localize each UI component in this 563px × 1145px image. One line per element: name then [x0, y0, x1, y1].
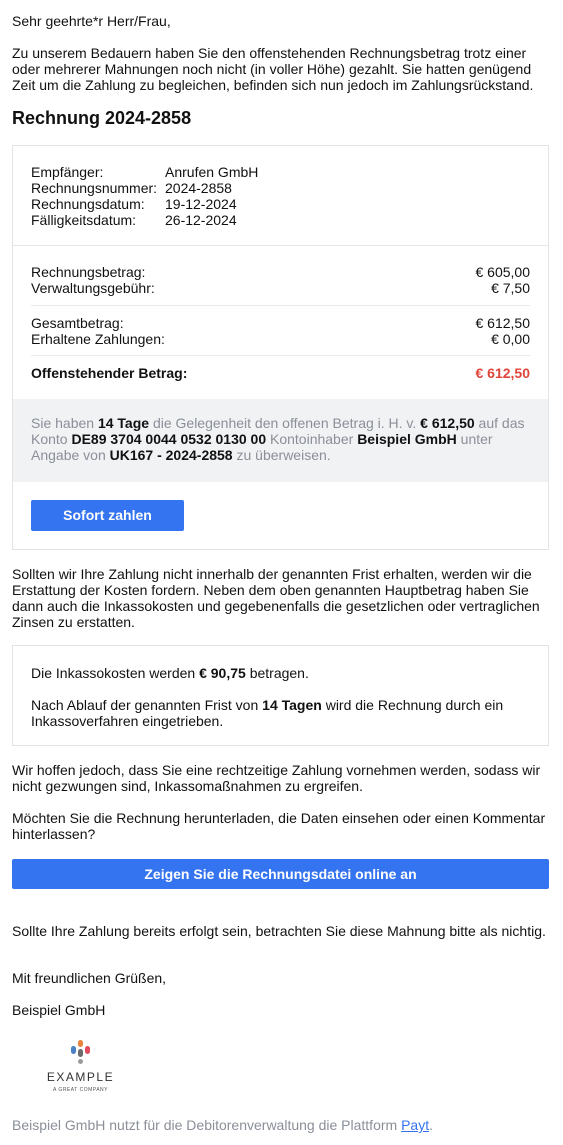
invoice-amount-row: Rechnungsbetrag: € 605,00 [31, 264, 530, 280]
divider [31, 355, 530, 356]
payment-instructions: Sie haben 14 Tage die Gelegenheit den of… [13, 399, 548, 482]
fee-value: € 7,50 [491, 280, 530, 296]
total-value: € 612,50 [475, 315, 531, 331]
divider [13, 245, 548, 246]
meta-label: Fälligkeitsdatum: [31, 212, 137, 228]
warning-paragraph: Sollten wir Ihre Zahlung nicht innerhalb… [12, 566, 540, 630]
pay-now-button[interactable]: Sofort zahlen [31, 500, 184, 531]
collection-deadline-text: Nach Ablauf der genannten Frist von 14 T… [31, 697, 504, 729]
meta-value: 26-12-2024 [165, 212, 237, 228]
question-paragraph: Möchten Sie die Rechnung herunterladen, … [12, 810, 546, 842]
collection-card: Die Inkassokosten werden € 90,75 betrage… [12, 645, 549, 746]
total-label: Gesamtbetrag: [31, 315, 124, 331]
intro-paragraph: Zu unserem Bedauern haben Sie den offens… [12, 45, 534, 93]
invoice-meta: Empfänger: Anrufen GmbH Rechnungsnummer:… [31, 164, 258, 228]
meta-row-number: Rechnungsnummer: 2024-2858 [31, 180, 258, 196]
outstanding-label: Offenstehender Betrag: [31, 365, 188, 381]
meta-value: 2024-2858 [165, 180, 232, 196]
invoice-amount-label: Rechnungsbetrag: [31, 264, 146, 280]
invoice-title: Rechnung 2024-2858 [12, 108, 192, 128]
received-row: Erhaltene Zahlungen: € 0,00 [31, 331, 530, 347]
company-logo: EXAMPLE A GREAT COMPANY [42, 1035, 122, 1095]
payt-link[interactable]: Payt [401, 1117, 429, 1133]
logo-mark-icon: EXAMPLE A GREAT COMPANY [47, 1040, 114, 1093]
total-row: Gesamtbetrag: € 612,50 [31, 315, 530, 331]
svg-text:A GREAT COMPANY: A GREAT COMPANY [53, 1087, 108, 1093]
meta-label: Rechnungsdatum: [31, 196, 145, 212]
svg-text:EXAMPLE: EXAMPLE [47, 1070, 114, 1084]
meta-value: Anrufen GmbH [165, 164, 259, 180]
signature: Beispiel GmbH [12, 1002, 106, 1018]
divider [31, 305, 530, 306]
outstanding-value: € 612,50 [475, 365, 531, 381]
meta-label: Rechnungsnummer: [31, 180, 158, 196]
hope-paragraph: Wir hoffen jedoch, dass Sie eine rechtze… [12, 762, 541, 794]
meta-row-date: Rechnungsdatum: 19-12-2024 [31, 196, 258, 212]
invoice-amount-value: € 605,00 [475, 264, 531, 280]
received-value: € 0,00 [491, 331, 530, 347]
footer-text: Beispiel GmbH nutzt für die Debitorenver… [12, 1117, 433, 1133]
collection-cost-text: Die Inkassokosten werden € 90,75 betrage… [31, 665, 309, 681]
payment-instructions-text: Sie haben 14 Tage die Gelegenheit den of… [31, 415, 525, 463]
meta-row-due: Fälligkeitsdatum: 26-12-2024 [31, 212, 258, 228]
fee-row: Verwaltungsgebühr: € 7,50 [31, 280, 530, 296]
meta-label: Empfänger: [31, 164, 104, 180]
fee-label: Verwaltungsgebühr: [31, 280, 155, 296]
closing: Mit freundlichen Grüßen, [12, 970, 167, 986]
received-label: Erhaltene Zahlungen: [31, 331, 165, 347]
outstanding-row: Offenstehender Betrag: € 612,50 [31, 365, 530, 381]
paid-note: Sollte Ihre Zahlung bereits erfolgt sein… [12, 923, 546, 939]
invoice-card: Empfänger: Anrufen GmbH Rechnungsnummer:… [12, 145, 549, 550]
meta-row-recipient: Empfänger: Anrufen GmbH [31, 164, 258, 180]
view-invoice-button[interactable]: Zeigen Sie die Rechnungsdatei online an [12, 859, 549, 889]
meta-value: 19-12-2024 [165, 196, 237, 212]
greeting: Sehr geehrte*r Herr/Frau, [12, 13, 171, 29]
